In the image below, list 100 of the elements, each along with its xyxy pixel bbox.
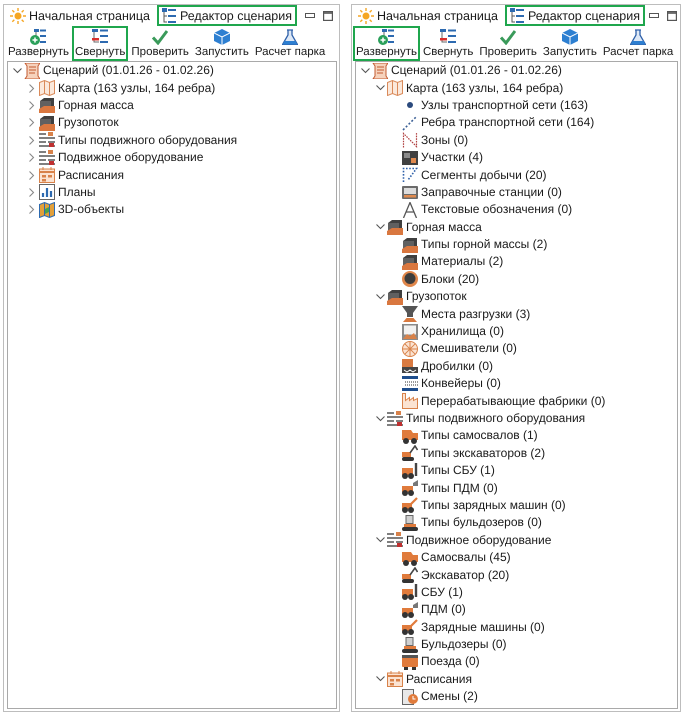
tree-item[interactable]: Материалы (2) [421, 254, 504, 270]
chevron-right-icon[interactable] [29, 136, 35, 145]
tree-item[interactable]: Расписания [58, 168, 124, 183]
tree-item[interactable]: 3D-объекты [58, 202, 124, 218]
maximize-icon[interactable] [667, 10, 678, 20]
tree-item[interactable]: Сценарий (01.01.26 - 01.02.26) [391, 63, 562, 78]
chevron-right-icon[interactable] [29, 153, 35, 162]
maximize-icon[interactable] [323, 10, 333, 20]
tree-item[interactable]: Планы [58, 184, 96, 200]
toolbar-button[interactable]: Проверить [128, 26, 192, 61]
tree-item[interactable]: Подвижное оборудование [58, 150, 204, 166]
tree-item[interactable]: Ребра транспортной сети (164) [421, 115, 594, 130]
dotted-polyline-icon [402, 167, 418, 184]
chevron-down-icon[interactable] [376, 85, 384, 92]
tree-item[interactable]: Типы ПДМ (0) [421, 480, 498, 496]
tree-item[interactable]: Экскаватор (20) [421, 568, 510, 583]
chevron-down-icon[interactable] [376, 676, 384, 682]
tab[interactable]: Редактор сценария [504, 5, 646, 26]
tree-item[interactable]: СБУ (1) [421, 584, 463, 600]
tab[interactable]: Начальная страница [6, 5, 155, 26]
tree-item[interactable]: Подвижное оборудование [406, 532, 552, 548]
tab[interactable]: Начальная страница [354, 5, 503, 26]
rock-block-icon [387, 288, 403, 305]
chevron-right-icon[interactable] [29, 205, 35, 214]
tree-item[interactable]: Смешиватели (0) [421, 341, 517, 356]
toolbar-button[interactable]: Расчет парка [252, 26, 328, 61]
tree-item[interactable]: Текстовые обозначения (0) [421, 202, 572, 218]
tree-item[interactable]: Места разгрузки (3) [421, 306, 530, 322]
chevron-down-icon[interactable] [360, 68, 370, 74]
tree-item[interactable]: Грузопоток [58, 115, 119, 130]
scroll-icon [372, 62, 388, 79]
tree-item[interactable]: Карта (163 узлы, 164 ребра) [58, 80, 216, 96]
chevron-right-icon[interactable] [29, 170, 35, 180]
tree-item[interactable]: Типы подвижного оборудования [58, 132, 238, 148]
toolbar-button[interactable]: Запустить [192, 26, 252, 61]
excavator-icon [402, 567, 418, 584]
station-icon [402, 184, 418, 200]
rock-block-icon [39, 97, 55, 114]
tree-item[interactable]: Горная масса [406, 220, 482, 235]
chevron-down-icon[interactable] [376, 294, 384, 300]
calendar-icon [39, 167, 55, 184]
minimize-icon[interactable] [305, 13, 315, 18]
tree-item[interactable]: Типы горной массы (2) [421, 237, 548, 252]
wheel-icon [402, 340, 418, 357]
tiles-icon [402, 150, 418, 166]
chevron-down-icon[interactable] [376, 537, 384, 544]
chevron-right-icon[interactable] [29, 118, 35, 128]
tree-item[interactable]: Самосвалы (45) [421, 550, 511, 566]
tree-item[interactable]: Сценарий (01.01.26 - 01.02.26) [43, 63, 214, 78]
tree-item[interactable]: Типы зарядных машин (0) [421, 498, 566, 513]
tree-item[interactable]: Зоны (0) [421, 132, 468, 148]
tree-item[interactable]: Перерабатывающие фабрики (0) [421, 394, 606, 409]
flask-icon [630, 29, 646, 45]
tree-item[interactable]: Смены (2) [421, 689, 478, 704]
dotted-line-icon [402, 114, 418, 131]
minimize-icon[interactable] [649, 13, 660, 18]
tree-item[interactable]: Расписания [406, 672, 472, 687]
tab[interactable]: Редактор сценария [156, 5, 298, 26]
chevron-down-icon[interactable] [12, 68, 22, 74]
tree-item[interactable]: Узлы транспортной сети (163) [421, 98, 588, 113]
toolbar-button[interactable]: Свернуть [72, 26, 128, 61]
equipment-list-icon [387, 532, 403, 548]
tree-item[interactable]: Типы подвижного оборудования [406, 411, 586, 426]
map-icon [39, 202, 55, 218]
tree-item[interactable]: Сегменты добычи (20) [421, 168, 547, 183]
cube-icon [214, 29, 230, 45]
tree-item[interactable]: Типы самосвалов (1) [421, 428, 538, 444]
chevron-right-icon[interactable] [29, 188, 35, 197]
tree-item[interactable]: Грузопоток [406, 289, 467, 304]
toolbar-button[interactable]: Развернуть [353, 26, 420, 61]
tree-expand-icon [30, 29, 46, 45]
toolbar-button[interactable]: Расчет парка [600, 26, 676, 61]
tree-item[interactable]: ПДМ (0) [421, 602, 466, 618]
tree-item[interactable]: Зарядные машины (0) [421, 620, 545, 635]
chevron-right-icon[interactable] [29, 84, 35, 93]
tree-item[interactable]: Типы экскаваторов (2) [421, 446, 546, 461]
tree-item[interactable]: Участки (4) [421, 150, 483, 166]
rock-block-icon [387, 219, 403, 236]
chevron-right-icon[interactable] [29, 100, 35, 110]
toolbar-button[interactable]: Свернуть [420, 26, 476, 61]
chevron-down-icon[interactable] [376, 224, 384, 230]
tree-item[interactable]: Дробилки (0) [421, 358, 494, 374]
tree-item[interactable]: Блоки (20) [421, 272, 480, 287]
tree-item[interactable]: Типы СБУ (1) [421, 463, 495, 478]
tree-item[interactable]: Карта (163 узлы, 164 ребра) [406, 80, 564, 96]
tree-item[interactable]: Типы бульдозеров (0) [421, 515, 542, 530]
tree-item[interactable]: Заправочные станции (0) [421, 184, 562, 200]
check-icon [500, 29, 516, 45]
tree-item[interactable]: Бульдозеры (0) [421, 637, 506, 652]
tree-item[interactable]: Хранилища (0) [421, 324, 504, 340]
equipment-list-icon [39, 150, 55, 166]
tree-item[interactable]: Конвейеры (0) [421, 376, 501, 392]
charging-truck-icon [402, 497, 418, 514]
chevron-down-icon[interactable] [376, 416, 384, 422]
tree-item[interactable]: Поезда (0) [421, 654, 480, 670]
dot-icon [407, 102, 413, 108]
tree-item[interactable]: Горная масса [58, 98, 134, 113]
toolbar-button[interactable]: Проверить [476, 26, 540, 61]
toolbar-button[interactable]: Развернуть [5, 26, 72, 61]
toolbar-button[interactable]: Запустить [540, 26, 600, 61]
